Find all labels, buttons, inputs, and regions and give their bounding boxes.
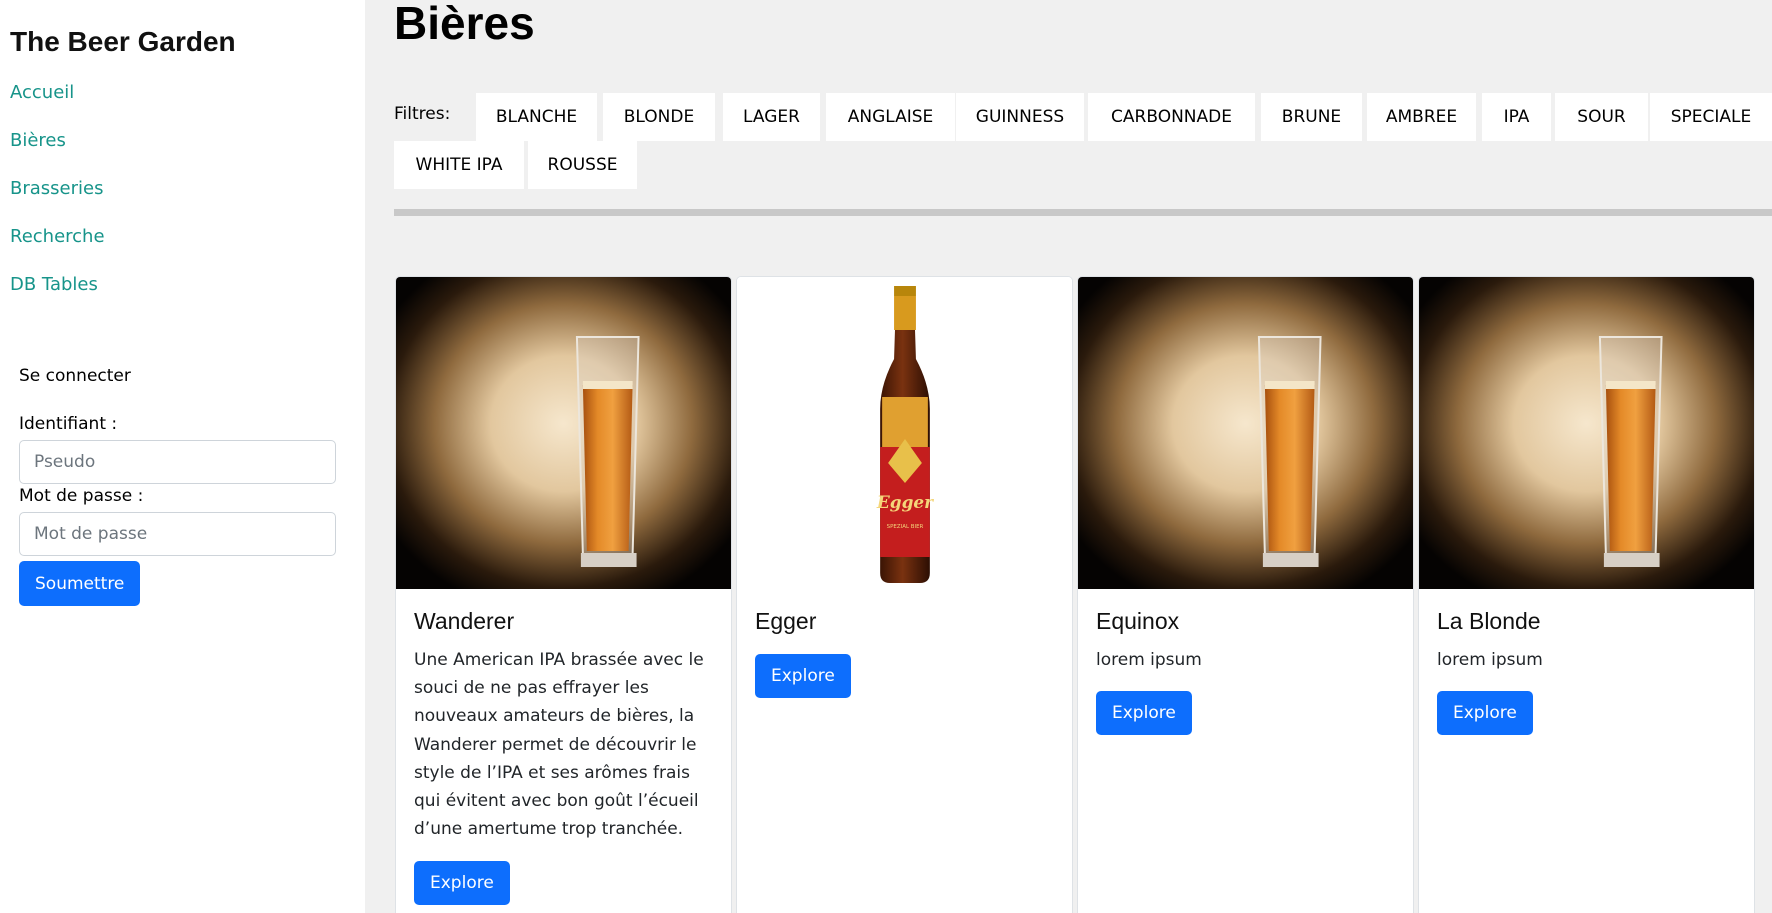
filter-white-ipa[interactable]: WHITE IPA <box>394 141 524 189</box>
card-description: lorem ipsum <box>1437 650 1543 670</box>
card-description: Une American IPA brassée avec le souci d… <box>414 646 704 843</box>
filter-ambree[interactable]: AMBREE <box>1367 93 1476 141</box>
filter-blanche[interactable]: BLANCHE <box>476 93 597 141</box>
nav-link-db-tables[interactable]: DB Tables <box>10 274 98 295</box>
login-title: Se connecter <box>19 366 131 386</box>
filter-lager[interactable]: LAGER <box>723 93 820 141</box>
description-line: d’une amertume trop tranchée. <box>414 819 684 840</box>
filter-carbonnade[interactable]: CARBONNADE <box>1088 93 1255 141</box>
bottle-label: Egger <box>876 492 934 512</box>
username-input[interactable] <box>19 440 336 484</box>
username-label: Identifiant : <box>19 414 118 434</box>
nav-link-bieres[interactable]: Bières <box>10 130 66 151</box>
explore-button[interactable]: Explore <box>1096 691 1192 735</box>
filter-anglaise[interactable]: ANGLAISE <box>826 93 955 141</box>
card-title: Egger <box>755 608 817 634</box>
description-line: style de l’IPA et ses arômes frais <box>414 762 690 783</box>
site-title: The Beer Garden <box>10 26 236 57</box>
password-label: Mot de passe : <box>19 486 144 506</box>
filter-sour[interactable]: SOUR <box>1555 93 1648 141</box>
explore-button[interactable]: Explore <box>1437 691 1533 735</box>
nav-link-brasseries[interactable]: Brasseries <box>10 178 103 199</box>
card-title: Equinox <box>1096 608 1180 634</box>
bottle-sublabel: SPEZIAL BIER <box>887 524 924 530</box>
filter-blonde[interactable]: BLONDE <box>603 93 715 141</box>
filter-ipa[interactable]: IPA <box>1482 93 1551 141</box>
nav-link-accueil[interactable]: Accueil <box>10 82 74 103</box>
beer-glass-image <box>396 277 731 589</box>
card-title: La Blonde <box>1437 608 1541 634</box>
description-line: Une American IPA brassée avec le <box>414 650 704 670</box>
explore-button[interactable]: Explore <box>414 861 510 905</box>
beer-card-equinox: Equinox lorem ipsum Explore <box>1077 276 1414 913</box>
sidebar: The Beer Garden Accueil Bières Brasserie… <box>0 0 365 913</box>
filter-rousse[interactable]: ROUSSE <box>528 141 637 189</box>
submit-button[interactable]: Soumettre <box>19 561 141 606</box>
nav-link-recherche[interactable]: Recherche <box>10 226 105 247</box>
description-line: souci de ne pas effrayer les <box>414 678 649 699</box>
page-title: Bières <box>394 0 535 49</box>
beer-card-egger: Egger SPEZIAL BIER Egger Explore <box>736 276 1073 913</box>
card-title: Wanderer <box>414 608 515 634</box>
description-line: Wanderer permet de découvrir le <box>414 734 697 755</box>
filters-label: Filtres: <box>394 104 451 124</box>
description-line: qui évitent avec bon goût l’écueil <box>414 791 699 812</box>
filter-brune[interactable]: BRUNE <box>1261 93 1362 141</box>
beer-card-la-blonde: La Blonde lorem ipsum Explore <box>1418 276 1755 913</box>
beer-glass-image <box>1419 277 1754 589</box>
password-input[interactable] <box>19 512 336 556</box>
filter-speciale[interactable]: SPECIALE <box>1650 93 1772 141</box>
beer-glass-image <box>1078 277 1413 589</box>
beer-bottle-image: Egger SPEZIAL BIER <box>737 277 1072 589</box>
filter-guinness[interactable]: GUINNESS <box>956 93 1084 141</box>
card-description: lorem ipsum <box>1096 650 1202 670</box>
divider <box>394 209 1772 216</box>
explore-button[interactable]: Explore <box>755 654 851 698</box>
beer-card-wanderer: Wanderer Une American IPA brassée avec l… <box>395 276 732 913</box>
description-line: nouveaux amateurs de bières, la <box>414 706 695 727</box>
